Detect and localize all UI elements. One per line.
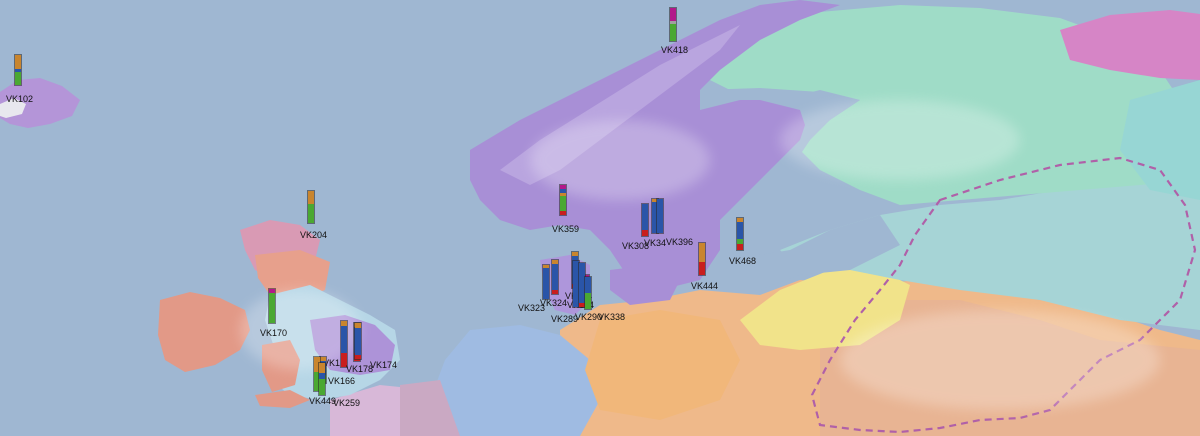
bar-segment-blue bbox=[657, 199, 663, 233]
bar-segment-blue bbox=[341, 325, 347, 354]
bar-segment-blue bbox=[552, 264, 558, 290]
site-label-vk289: VK289 bbox=[551, 314, 579, 324]
site-bar-vk1[interactable] bbox=[340, 320, 348, 368]
site-bar-vk418[interactable] bbox=[669, 7, 677, 42]
site-bar-vk174[interactable] bbox=[354, 322, 362, 360]
site-label-vk449: VK449 bbox=[309, 396, 337, 406]
bar-segment-red bbox=[737, 244, 743, 250]
bar-segment-green bbox=[560, 196, 566, 212]
site-bar-vk338[interactable] bbox=[584, 276, 592, 310]
bar-segment-red bbox=[355, 355, 361, 359]
bar-segment-red bbox=[699, 262, 705, 275]
site-label-vk468: VK468 bbox=[729, 256, 757, 266]
bar-segment-green bbox=[269, 293, 275, 323]
bar-segment-red bbox=[560, 211, 566, 215]
site-label-vk418: VK418 bbox=[661, 45, 689, 55]
site-label-vk324: VK324 bbox=[540, 298, 568, 308]
bar-segment-orange bbox=[308, 191, 314, 205]
bar-segment-green bbox=[585, 293, 591, 309]
site-label-vk34: VK34 bbox=[644, 238, 667, 248]
bar-segment-red bbox=[552, 289, 558, 294]
bar-segment-magenta bbox=[670, 8, 676, 22]
bar-segment-blue bbox=[642, 204, 648, 230]
bar-segment-blue bbox=[737, 221, 743, 240]
bar-segment-orange bbox=[15, 55, 21, 69]
bar-segment-red bbox=[642, 229, 648, 236]
bar-segment-orange bbox=[319, 363, 325, 373]
bar-segment-green bbox=[319, 378, 325, 395]
site-label-vk204: VK204 bbox=[300, 230, 328, 240]
site-bar-vk396[interactable] bbox=[656, 198, 664, 234]
site-label-vk338: VK338 bbox=[598, 312, 626, 322]
site-bar-vk324[interactable] bbox=[551, 259, 559, 295]
site-label-vk170: VK170 bbox=[260, 328, 288, 338]
site-bar-vk444[interactable] bbox=[698, 242, 706, 276]
site-label-vk174: VK174 bbox=[370, 360, 398, 370]
site-bar-vk468[interactable] bbox=[736, 217, 744, 251]
map-view[interactable]: VK102 VK418 VK204 VK359 VK308 VK34 VK396 VK468 V… bbox=[0, 0, 1200, 436]
site-label-vk166: VK166 bbox=[328, 376, 356, 386]
site-bar-vk308[interactable] bbox=[641, 203, 649, 237]
bar-segment-blue bbox=[543, 268, 549, 299]
bar-segment-blue bbox=[585, 277, 591, 293]
site-bar-vk102[interactable] bbox=[14, 54, 22, 86]
site-bar-vk323[interactable] bbox=[542, 264, 550, 300]
basemap bbox=[0, 0, 1200, 436]
site-label-vk178: VK178 bbox=[346, 364, 374, 374]
bar-segment-orange bbox=[699, 243, 705, 263]
site-bar-vk204[interactable] bbox=[307, 190, 315, 224]
bar-segment-green bbox=[15, 71, 21, 85]
site-label-vk359: VK359 bbox=[552, 224, 580, 234]
bar-segment-blue bbox=[355, 328, 361, 356]
site-label-vk444: VK444 bbox=[691, 281, 719, 291]
site-label-vk396: VK396 bbox=[666, 237, 694, 247]
bar-segment-green bbox=[308, 204, 314, 223]
site-bar-vk170[interactable] bbox=[268, 288, 276, 324]
site-label-vk102: VK102 bbox=[6, 94, 34, 104]
site-bar-vk259[interactable] bbox=[318, 362, 326, 396]
site-bar-vk359[interactable] bbox=[559, 184, 567, 216]
site-label-vk259: VK259 bbox=[333, 398, 361, 408]
bar-segment-green bbox=[670, 24, 676, 41]
